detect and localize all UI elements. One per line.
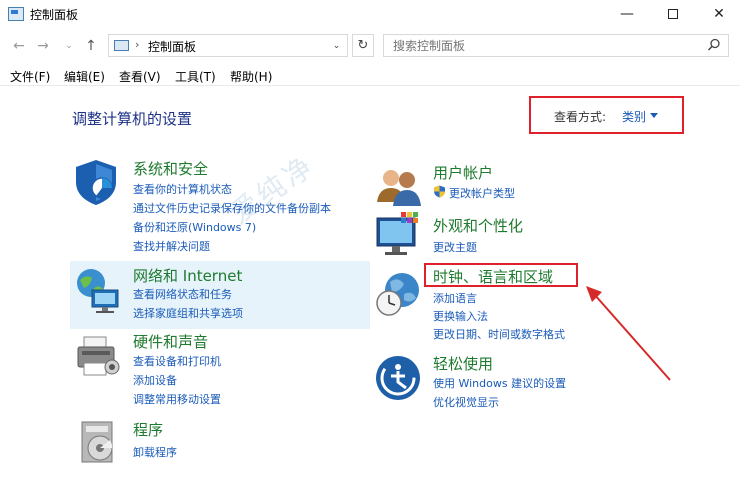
uac-shield-icon	[434, 185, 445, 198]
address-bar[interactable]: › 控制面板	[108, 34, 348, 57]
maximize-icon	[668, 9, 678, 19]
window-title: 控制面板	[30, 8, 79, 22]
link-devices-printers[interactable]: 查看设备和打印机	[133, 353, 221, 369]
users-icon[interactable]	[375, 162, 423, 210]
network-globe-icon[interactable]	[74, 266, 122, 314]
accessibility-icon[interactable]	[374, 354, 422, 402]
shield-icon[interactable]	[72, 158, 120, 206]
category-title-hardware[interactable]: 硬件和声音	[133, 331, 208, 352]
close-button[interactable]: ✕	[696, 0, 740, 28]
link-check-status[interactable]: 查看你的计算机状态	[133, 181, 232, 197]
red-arrow-annotation	[586, 286, 671, 381]
programs-disc-icon[interactable]	[76, 418, 124, 466]
link-change-theme[interactable]: 更改主题	[433, 239, 477, 255]
link-backup-restore[interactable]: 备份和还原(Windows 7)	[133, 219, 256, 235]
link-add-device[interactable]: 添加设备	[133, 372, 177, 388]
category-title-accounts[interactable]: 用户帐户	[433, 162, 493, 183]
link-change-input[interactable]: 更换输入法	[433, 308, 488, 324]
search-box[interactable]	[383, 34, 729, 57]
menu-tools[interactable]: 工具(T)	[175, 68, 216, 85]
link-troubleshoot[interactable]: 查找并解决问题	[133, 238, 210, 254]
menu-help[interactable]: 帮助(H)	[230, 68, 272, 85]
view-by-dropdown[interactable]: 类别	[622, 108, 646, 125]
category-title-ease[interactable]: 轻松使用	[433, 353, 493, 374]
chevron-right-icon[interactable]: ›	[135, 38, 139, 51]
navigation-bar: ← → ⌄ ↑ › 控制面板 ⌄ ↻	[0, 30, 740, 62]
category-title-programs[interactable]: 程序	[133, 419, 163, 440]
menu-edit[interactable]: 编辑(E)	[64, 68, 105, 85]
menu-file[interactable]: 文件(F)	[10, 68, 50, 85]
link-optimize-display[interactable]: 优化视觉显示	[433, 394, 499, 410]
chevron-down-icon[interactable]	[650, 113, 658, 118]
recent-locations-button[interactable]: ⌄	[60, 36, 78, 56]
link-uninstall[interactable]: 卸载程序	[133, 444, 177, 460]
category-title-appearance[interactable]: 外观和个性化	[433, 215, 523, 236]
link-file-history[interactable]: 通过文件历史记录保存你的文件备份副本	[133, 200, 331, 216]
title-bar: 控制面板 — ✕	[0, 0, 740, 30]
search-input[interactable]	[384, 35, 684, 56]
up-button[interactable]: ↑	[82, 36, 100, 56]
control-panel-icon	[8, 7, 24, 21]
search-icon[interactable]	[707, 38, 721, 52]
back-button[interactable]: ←	[10, 36, 28, 56]
maximize-button[interactable]	[650, 0, 696, 28]
page-title: 调整计算机的设置	[72, 110, 193, 128]
link-windows-suggested[interactable]: 使用 Windows 建议的设置	[433, 375, 566, 391]
breadcrumb[interactable]: 控制面板	[148, 38, 196, 55]
minimize-button[interactable]: —	[604, 0, 650, 28]
category-title-security[interactable]: 系统和安全	[133, 158, 208, 179]
forward-button[interactable]: →	[34, 36, 52, 56]
menu-view[interactable]: 查看(V)	[119, 68, 161, 85]
category-title-clock[interactable]: 时钟、语言和区域	[433, 266, 553, 287]
view-by-highlight: 查看方式: 类别	[529, 96, 684, 134]
address-dropdown-button[interactable]: ⌄	[326, 34, 348, 57]
link-change-date-format[interactable]: 更改日期、时间或数字格式	[433, 326, 565, 342]
refresh-button[interactable]: ↻	[352, 34, 374, 57]
link-add-language[interactable]: 添加语言	[433, 290, 477, 306]
category-title-network[interactable]: 网络和 Internet	[133, 265, 242, 286]
menu-bar: 文件(F) 编辑(E) 查看(V) 工具(T) 帮助(H)	[0, 64, 740, 86]
link-homegroup[interactable]: 选择家庭组和共享选项	[133, 305, 243, 321]
link-mobility-settings[interactable]: 调整常用移动设置	[133, 391, 221, 407]
printer-icon[interactable]	[74, 333, 122, 381]
clock-globe-icon[interactable]	[374, 270, 422, 318]
appearance-monitor-icon[interactable]	[375, 212, 423, 260]
view-by-label: 查看方式:	[554, 110, 607, 124]
link-network-status[interactable]: 查看网络状态和任务	[133, 286, 232, 302]
link-change-account-type[interactable]: 更改帐户类型	[449, 185, 515, 201]
control-panel-icon	[114, 40, 129, 51]
